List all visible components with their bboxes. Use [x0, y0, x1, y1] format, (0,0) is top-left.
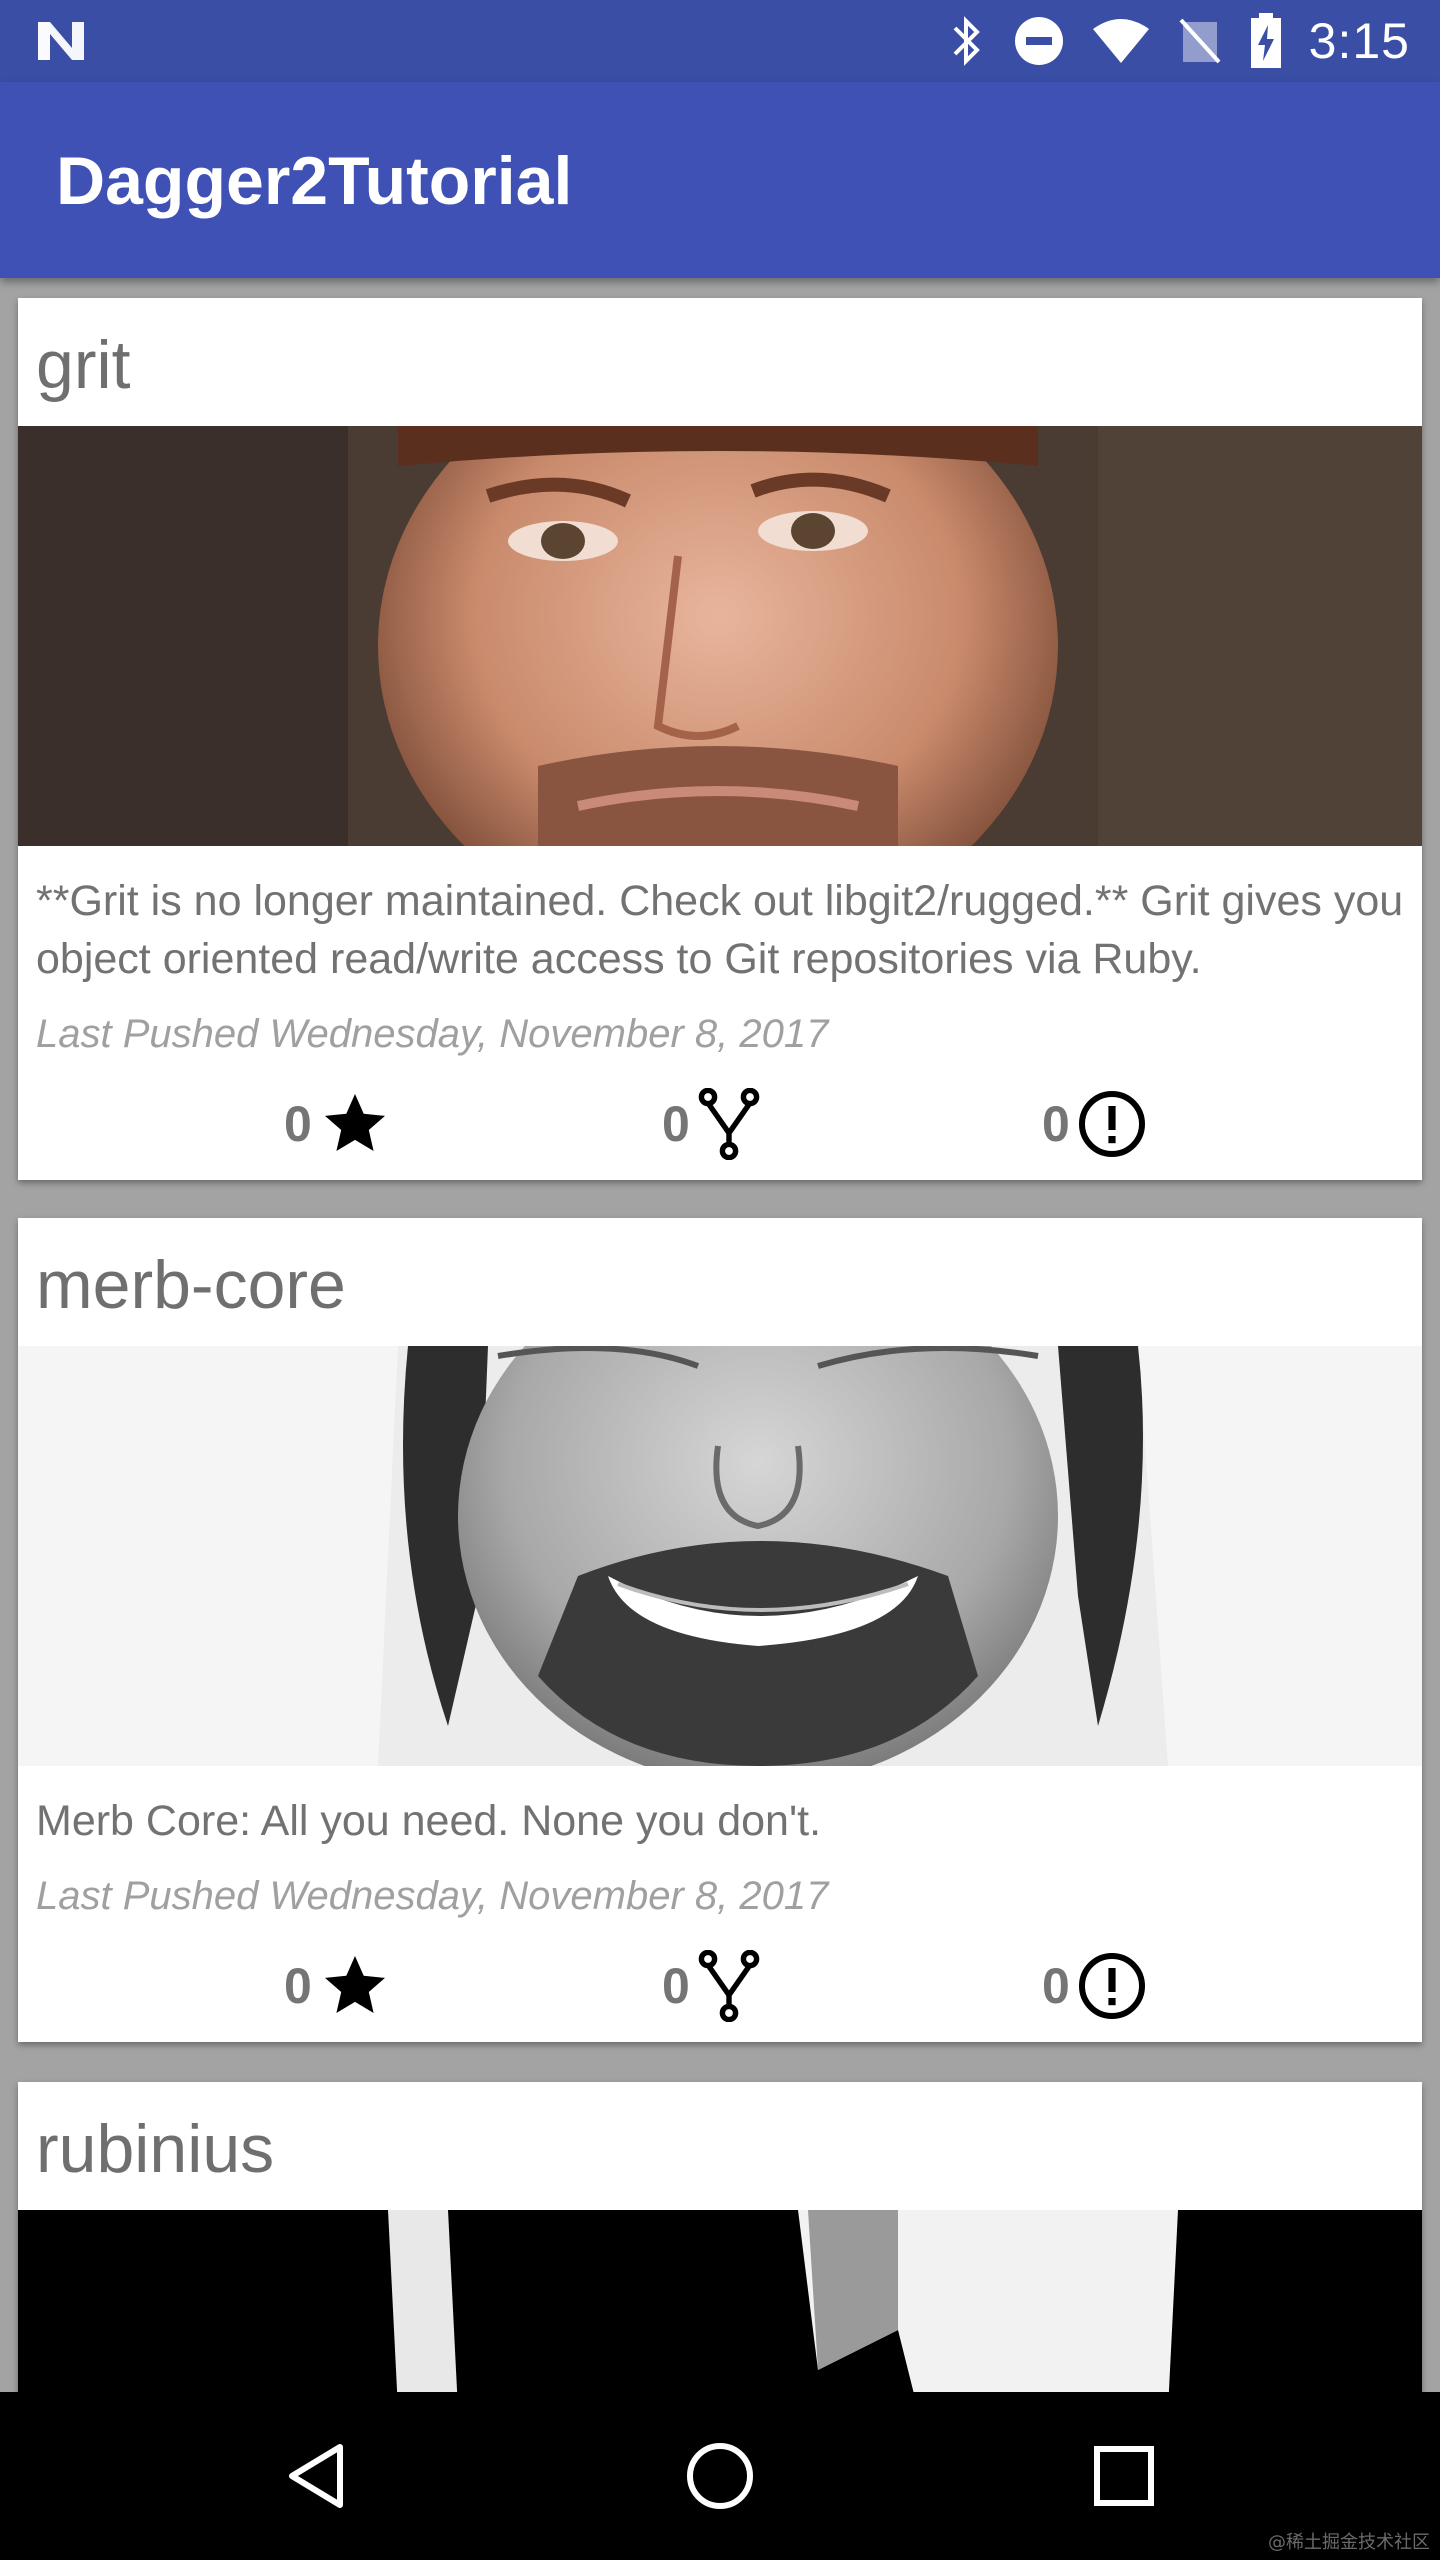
- star-icon: [324, 1956, 385, 2013]
- battery-charging-icon: [1250, 13, 1281, 68]
- repo-last-pushed: Last Pushed Wednesday, November 8, 2017: [36, 1012, 829, 1056]
- repo-card[interactable]: grit **Grit is no longer maintained. Che…: [18, 298, 1422, 1180]
- issues-count: 0: [1042, 1096, 1070, 1152]
- notification-n-icon: [38, 22, 84, 60]
- owner-avatar: [18, 426, 1422, 846]
- status-time: 3:15: [1308, 13, 1410, 69]
- issues-stat: 0: [1042, 1088, 1148, 1160]
- repo-last-pushed: Last Pushed Wednesday, November 8, 2017: [36, 1874, 829, 1918]
- forks-stat: 0: [662, 1088, 762, 1160]
- repo-description: Merb Core: All you need. None you don't.: [36, 1797, 822, 1845]
- forks-stat: 0: [662, 1950, 762, 2022]
- repo-name: rubinius: [36, 2111, 275, 2187]
- stars-stat: 0: [284, 1088, 392, 1160]
- forks-count: 0: [662, 1096, 690, 1152]
- recents-icon: [1094, 2446, 1154, 2506]
- repo-name: grit: [36, 327, 131, 403]
- repo-description: **Grit is no longer maintained. Check ou…: [36, 877, 1404, 983]
- star-icon: [324, 1094, 385, 1151]
- repo-list[interactable]: grit **Grit is no longer maintained. Che…: [0, 278, 1440, 2392]
- stars-count: 0: [284, 1958, 312, 2014]
- stars-stat: 0: [284, 1950, 392, 2022]
- navigation-bar: @稀土掘金技术社区: [0, 2392, 1440, 2560]
- recents-button[interactable]: [1044, 2392, 1204, 2560]
- bluetooth-icon: [953, 16, 980, 66]
- fork-icon: [698, 1950, 760, 2022]
- owner-avatar: [18, 1346, 1422, 1766]
- back-icon: [289, 2444, 343, 2508]
- back-button[interactable]: [236, 2392, 396, 2560]
- stars-count: 0: [284, 1096, 312, 1152]
- repo-card[interactable]: merb-core Merb Core: All you need. None …: [18, 1218, 1422, 2042]
- owner-avatar: [18, 2210, 1422, 2392]
- app-bar: Dagger2Tutorial: [0, 82, 1440, 278]
- status-bar: 3:15: [0, 0, 1440, 82]
- issues-stat: 0: [1042, 1950, 1148, 2022]
- do-not-disturb-icon: [1014, 17, 1063, 65]
- no-sim-icon: [1179, 18, 1221, 64]
- repo-card[interactable]: rubinius: [18, 2082, 1422, 2392]
- repo-name: merb-core: [36, 1247, 346, 1323]
- fork-icon: [698, 1088, 760, 1160]
- issue-icon: [1078, 1953, 1145, 2019]
- forks-count: 0: [662, 1958, 690, 2014]
- wifi-icon: [1092, 19, 1149, 63]
- watermark: @稀土掘金技术社区: [1268, 2532, 1430, 2553]
- app-title: Dagger2Tutorial: [56, 143, 573, 219]
- issues-count: 0: [1042, 1958, 1070, 2014]
- issue-icon: [1078, 1091, 1145, 1157]
- home-button[interactable]: [640, 2392, 800, 2560]
- home-icon: [687, 2443, 753, 2509]
